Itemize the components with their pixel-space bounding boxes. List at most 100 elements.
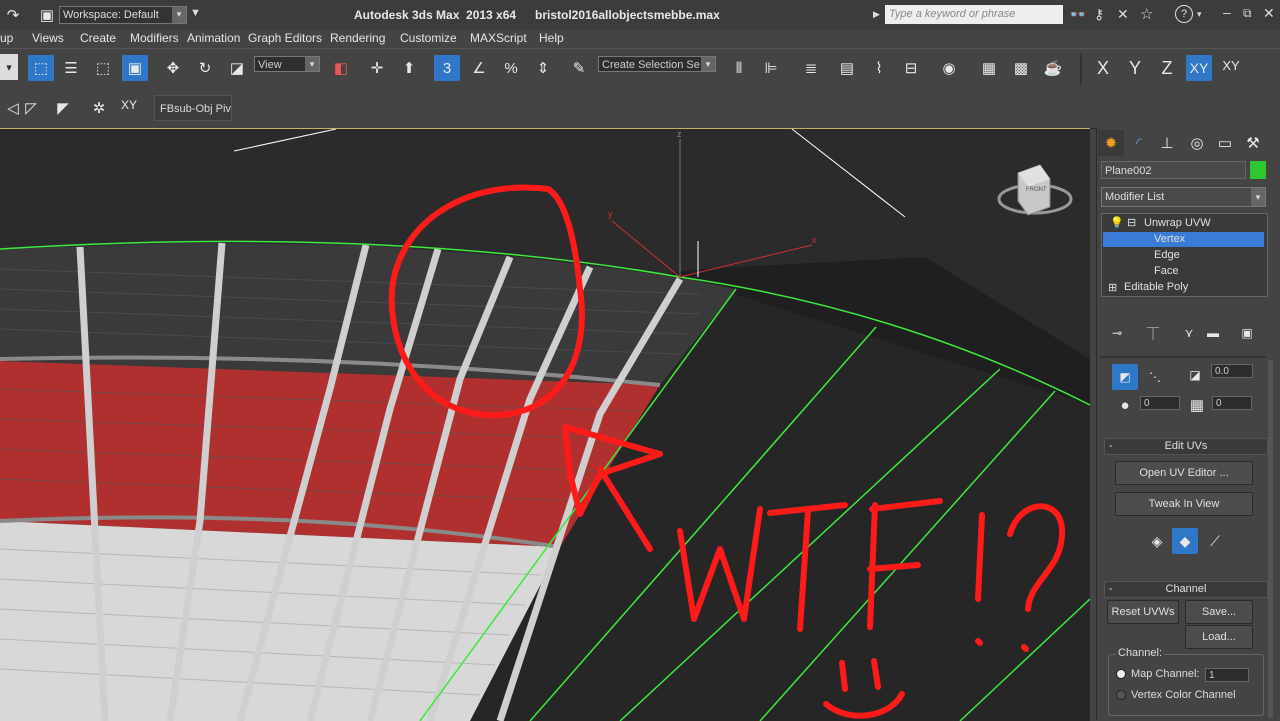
- restore-icon[interactable]: ⧉: [1243, 6, 1252, 21]
- select-object-icon[interactable]: ⬚: [28, 55, 54, 81]
- snap-pivot-icon[interactable]: ✲: [86, 95, 112, 121]
- channel-rollout-header[interactable]: - Channel: [1104, 581, 1268, 598]
- project-folder-icon[interactable]: ▣: [34, 2, 60, 28]
- search-expand-icon[interactable]: ▶: [873, 9, 880, 20]
- exchange-icon[interactable]: ✕: [1117, 6, 1129, 23]
- menu-item-views[interactable]: Views: [32, 31, 64, 45]
- scale-icon[interactable]: ◪: [224, 55, 250, 81]
- display-tab-icon[interactable]: ▭: [1212, 130, 1238, 156]
- perspective-viewport[interactable]: y x z FRONT: [0, 128, 1090, 721]
- window-crossing-icon[interactable]: ▣: [122, 55, 148, 81]
- threshold-spinner[interactable]: 0.0: [1211, 364, 1253, 378]
- stack-item-editable-poly[interactable]: Editable Poly: [1124, 281, 1188, 293]
- modifier-list-dropdown[interactable]: Modifier List ▾: [1101, 187, 1266, 207]
- axis-constraint-x[interactable]: X: [1090, 55, 1116, 81]
- menu-item-modifiers[interactable]: Modifiers: [130, 31, 179, 45]
- planar-map-icon[interactable]: ⟋: [1202, 528, 1228, 554]
- map-channel-spinner[interactable]: 1: [1205, 668, 1249, 682]
- select-by-name-icon[interactable]: ☰: [58, 55, 84, 81]
- menu-item-rendering[interactable]: Rendering: [330, 31, 385, 45]
- remove-modifier-icon[interactable]: ▬: [1200, 320, 1226, 346]
- menu-item-customize[interactable]: Customize: [400, 31, 457, 45]
- selection-filter-icon[interactable]: ▾: [0, 54, 18, 80]
- light-bulb-icon[interactable]: 💡: [1110, 216, 1124, 229]
- select-vertex-icon[interactable]: ◩: [1112, 364, 1138, 390]
- scene-explorer-icon[interactable]: ▤: [834, 55, 860, 81]
- sphere-select-icon[interactable]: ●: [1112, 392, 1138, 418]
- named-selection-dropdown[interactable]: Create Selection Se ▾: [598, 56, 716, 72]
- configure-sets-icon[interactable]: ▣: [1234, 320, 1260, 346]
- load-uvs-button[interactable]: Load...: [1185, 625, 1253, 649]
- quick-access-dropdown-icon[interactable]: ▼: [190, 7, 201, 19]
- axis-constraint-z[interactable]: Z: [1154, 55, 1180, 81]
- render-teapot-icon[interactable]: ☕: [1040, 55, 1066, 81]
- reference-coordinate-dropdown[interactable]: View ▾: [254, 56, 320, 72]
- redo-icon[interactable]: ↷: [0, 2, 26, 28]
- tweak-in-view-button[interactable]: Tweak In View: [1115, 492, 1253, 516]
- hierarchy-tab-icon[interactable]: ⊥: [1154, 130, 1180, 156]
- vertex-color-channel-radio[interactable]: [1116, 690, 1126, 700]
- rectangular-selection-icon[interactable]: ⬚: [90, 55, 116, 81]
- edit-uvs-rollout-header[interactable]: - Edit UVs: [1104, 438, 1268, 455]
- open-uv-editor-button[interactable]: Open UV Editor ...: [1115, 461, 1253, 485]
- edit-named-selection-icon[interactable]: ✎: [566, 55, 592, 81]
- angle-snap-icon[interactable]: ∠: [466, 55, 492, 81]
- make-unique-icon[interactable]: ⋎: [1176, 320, 1202, 346]
- mirror-icon[interactable]: ⫴: [726, 55, 752, 81]
- rendered-frame-icon[interactable]: ▩: [1008, 55, 1034, 81]
- utilities-tab-icon[interactable]: ⚒: [1240, 130, 1266, 156]
- object-name-field[interactable]: Plane002: [1101, 161, 1246, 179]
- menu-item-graph-editors[interactable]: Graph Editors: [248, 31, 322, 45]
- menu-item-help[interactable]: Help: [539, 31, 564, 45]
- grid-select-icon[interactable]: ▦: [1184, 392, 1210, 418]
- grow-selection-icon[interactable]: ⋱: [1142, 364, 1168, 390]
- select-by-element-icon[interactable]: ◪: [1182, 362, 1208, 388]
- rotate-icon[interactable]: ↻: [192, 55, 218, 81]
- help-icon[interactable]: ?: [1175, 5, 1193, 23]
- menu-item-group[interactable]: up: [0, 31, 13, 45]
- axis-constraint-xy[interactable]: XY: [1186, 55, 1212, 81]
- spinner-a[interactable]: 0: [1140, 396, 1180, 410]
- close-icon[interactable]: ✕: [1263, 5, 1275, 22]
- expand-box-icon[interactable]: ⊞: [1108, 281, 1117, 294]
- show-end-result-icon[interactable]: ⏉: [1140, 320, 1166, 346]
- create-tab-icon[interactable]: ✹: [1098, 130, 1124, 156]
- schematic-view-icon[interactable]: ⊟: [898, 55, 924, 81]
- percent-snap-icon[interactable]: %: [498, 55, 524, 81]
- collapse-box-icon[interactable]: ⊟: [1127, 216, 1136, 229]
- menu-item-animation[interactable]: Animation: [187, 31, 240, 45]
- align-icon[interactable]: ⊫: [758, 55, 784, 81]
- save-uvs-button[interactable]: Save...: [1185, 600, 1253, 624]
- binoculars-icon[interactable]: 👓: [1069, 6, 1086, 23]
- tweak-uv-icon[interactable]: ◈: [1144, 528, 1170, 554]
- modify-tab-icon[interactable]: ◜: [1126, 130, 1152, 156]
- render-setup-icon[interactable]: ▦: [976, 55, 1002, 81]
- favorites-star-icon[interactable]: ☆: [1140, 5, 1153, 23]
- panel-scrollbar[interactable]: [1268, 360, 1273, 718]
- pivot-center-icon[interactable]: ◧: [328, 55, 354, 81]
- material-editor-icon[interactable]: ◉: [936, 55, 962, 81]
- menu-item-maxscript[interactable]: MAXScript: [470, 31, 527, 45]
- pin-stack-icon[interactable]: ⊸: [1104, 320, 1130, 346]
- snap-angle-icon[interactable]: ◸: [18, 95, 44, 121]
- axis-constraint-xy-cycle[interactable]: XY: [1218, 52, 1244, 78]
- object-color-swatch[interactable]: [1250, 161, 1266, 179]
- select-manipulate-icon[interactable]: ✛: [364, 55, 390, 81]
- spinner-b[interactable]: 0: [1212, 396, 1252, 410]
- stack-item-edge[interactable]: Edge: [1154, 249, 1180, 261]
- curve-editor-icon[interactable]: ⌇: [866, 55, 892, 81]
- menu-item-create[interactable]: Create: [80, 31, 116, 45]
- layer-manager-icon[interactable]: ≣: [798, 55, 824, 81]
- map-channel-radio[interactable]: [1116, 669, 1126, 679]
- motion-tab-icon[interactable]: ◎: [1184, 130, 1210, 156]
- snap-face-icon[interactable]: ◤: [50, 95, 76, 121]
- select-uv-icon[interactable]: ◆: [1172, 528, 1198, 554]
- keyboard-shortcut-icon[interactable]: ⬆: [396, 55, 422, 81]
- key-icon[interactable]: ⚷: [1094, 6, 1104, 23]
- help-dropdown-icon[interactable]: ▾: [1197, 9, 1202, 20]
- spinner-snap-icon[interactable]: ⇕: [530, 55, 556, 81]
- reset-uvws-button[interactable]: Reset UVWs: [1107, 600, 1179, 624]
- snap-xy-icon[interactable]: XY: [116, 92, 142, 118]
- move-icon[interactable]: ✥: [160, 55, 186, 81]
- fbsub-pivot-button[interactable]: FBsub-Obj Piv: [154, 95, 232, 121]
